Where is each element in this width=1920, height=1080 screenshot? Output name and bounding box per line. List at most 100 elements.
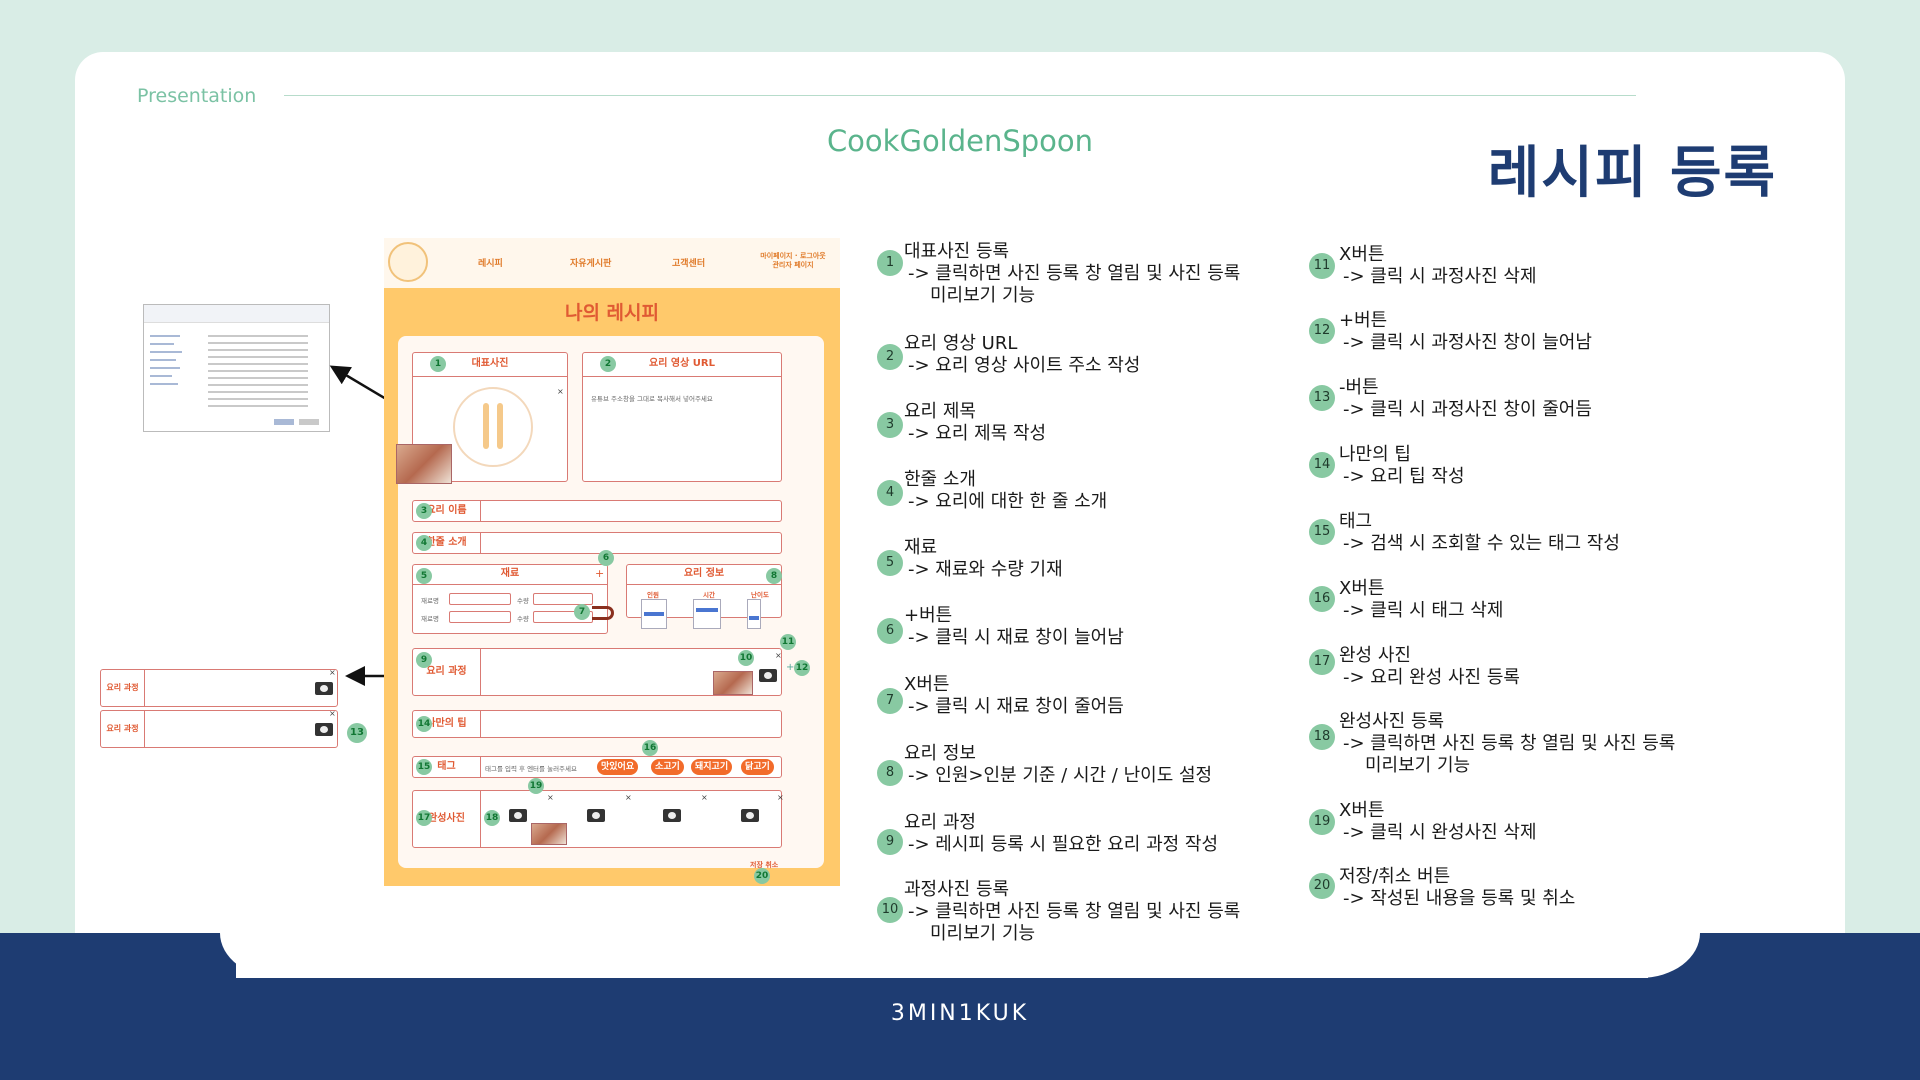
close-icon[interactable]: × [701, 793, 708, 802]
process-row-expanded[interactable]: 요리 과정 × [100, 668, 338, 707]
callout-7: X버튼 -> 클릭 시 재료 창이 줄어듬 [904, 674, 1124, 718]
nav-recipe[interactable]: 레시피 [478, 256, 503, 269]
goldenspoon-emblem-icon [453, 387, 533, 467]
callout-number: 17 [1309, 649, 1335, 675]
marker-14: 14 [416, 716, 432, 732]
callout-title: 요리 과정 [904, 812, 976, 833]
tag-chip[interactable]: 소고기 [651, 759, 684, 775]
difficulty-select[interactable] [747, 599, 761, 629]
callout-title: 요리 제목 [904, 401, 976, 422]
servings-select[interactable] [641, 599, 667, 629]
callout-12: +버튼 -> 클릭 시 과정사진 창이 늘어남 [1339, 310, 1592, 354]
callout-number: 2 [877, 344, 903, 370]
form-panel: 대표사진 × 1 요리 영상 URL 유튜브 주소창을 그대로 복사해서 넣어주… [396, 336, 824, 884]
callout-18: 완성사진 등록 -> 클릭하면 사진 등록 창 열림 및 사진 등록 미리보기 … [1339, 711, 1675, 777]
camera-icon[interactable] [509, 809, 527, 822]
callout-title: 재료 [904, 537, 938, 558]
marker-5: 5 [416, 568, 432, 584]
ingredient-name-input[interactable] [449, 593, 511, 605]
callout-number: 18 [1309, 724, 1335, 750]
nav-mypage[interactable]: 마이페이지 · 로그아웃 관리자 페이지 [756, 252, 830, 270]
marker-10: 10 [738, 650, 754, 666]
callout-number: 14 [1309, 452, 1335, 478]
marker-19: 19 [528, 778, 544, 794]
callout-desc-cont: 미리보기 기능 [930, 923, 1036, 944]
callout-title: 나만의 팁 [1339, 444, 1411, 465]
callout-title: X버튼 [1339, 578, 1385, 599]
marker-12: 12 [794, 660, 810, 676]
callout-20: 저장/취소 버튼 -> 작성된 내용을 등록 및 취소 [1339, 866, 1575, 910]
callout-number: 6 [877, 618, 903, 644]
callout-title: X버튼 [1339, 244, 1385, 265]
nav-support[interactable]: 고객센터 [672, 256, 705, 269]
add-ingredient-button[interactable]: + [595, 567, 604, 580]
recipe-form-mockup: 레시피 자유게시판 고객센터 마이페이지 · 로그아웃 관리자 페이지 나의 레… [384, 238, 840, 886]
done-photo-row[interactable]: 완성사진 × × × × [412, 790, 784, 848]
recipe-name-row[interactable]: 요리 이름 [412, 500, 782, 522]
tag-chip[interactable]: 돼지고기 [691, 759, 733, 775]
callout-desc: -> 재료와 수량 기재 [908, 559, 1063, 580]
camera-icon[interactable] [315, 723, 333, 736]
tip-row[interactable]: 나만의 팁 [412, 710, 782, 738]
callout-title: X버튼 [1339, 800, 1385, 821]
time-select[interactable] [693, 599, 721, 629]
recipe-info-label: 요리 정보 [627, 565, 781, 585]
marker-20: 20 [754, 868, 770, 884]
process-photo-thumbnail [713, 671, 753, 695]
marker-3: 3 [416, 503, 432, 519]
process-row[interactable]: 요리 과정 × [412, 648, 782, 696]
close-icon[interactable]: × [329, 668, 336, 677]
callout-number: 10 [877, 897, 903, 923]
close-icon[interactable]: × [547, 793, 554, 802]
ingredient-qty-input[interactable] [533, 593, 593, 605]
marker-16: 16 [642, 740, 658, 756]
callout-desc: -> 작성된 내용을 등록 및 취소 [1343, 888, 1576, 909]
camera-icon[interactable] [741, 809, 759, 822]
camera-icon[interactable] [587, 809, 605, 822]
recipe-info-box: 요리 정보 인원 시간 난이도 [626, 564, 782, 629]
tag-row[interactable]: 태그 태그를 입력 후 엔터를 눌러주세요 맛있어요 소고기 돼지고기 닭고기 [412, 756, 782, 778]
close-icon[interactable]: × [775, 651, 782, 660]
callout-desc: -> 클릭 시 과정사진 창이 줄어듬 [1343, 399, 1592, 420]
close-icon[interactable]: × [329, 709, 336, 718]
done-photo-thumbnail [531, 823, 567, 845]
callout-desc: -> 클릭 시 태그 삭제 [1343, 600, 1504, 621]
undo-icon[interactable] [592, 606, 614, 620]
tag-chip[interactable]: 맛있어요 [597, 759, 639, 775]
marker-13: 13 [347, 723, 367, 743]
callout-desc: -> 인원>인분 기준 / 시간 / 난이도 설정 [908, 765, 1213, 786]
callout-3: 요리 제목 -> 요리 제목 작성 [904, 401, 1046, 445]
marker-6: 6 [598, 550, 614, 566]
callout-16: X버튼 -> 클릭 시 태그 삭제 [1339, 578, 1503, 622]
callout-6: +버튼 -> 클릭 시 재료 창이 늘어남 [904, 605, 1124, 649]
marker-2: 2 [600, 356, 616, 372]
camera-icon[interactable] [663, 809, 681, 822]
callout-title: 요리 영상 URL [904, 333, 1018, 354]
mockup-title: 나의 레시피 [564, 302, 659, 324]
tag-chip[interactable]: 닭고기 [741, 759, 774, 775]
video-url-box[interactable]: 요리 영상 URL 유튜브 주소창을 그대로 복사해서 넣어주세요 [582, 352, 782, 482]
close-icon[interactable]: × [557, 387, 564, 396]
callout-desc: -> 클릭하면 사진 등록 창 열림 및 사진 등록 [908, 263, 1241, 284]
camera-icon[interactable] [759, 669, 777, 682]
video-url-placeholder: 유튜브 주소창을 그대로 복사해서 넣어주세요 [591, 395, 713, 403]
callout-number: 5 [877, 550, 903, 576]
intro-row[interactable]: 한줄 소개 [412, 532, 782, 554]
callout-2: 요리 영상 URL -> 요리 영상 사이트 주소 작성 [904, 333, 1140, 377]
callout-14: 나만의 팁 -> 요리 팁 작성 [1339, 444, 1465, 488]
callout-number: 7 [877, 688, 903, 714]
marker-4: 4 [416, 535, 432, 551]
process-row-expanded[interactable]: 요리 과정 × [100, 709, 338, 748]
callout-desc: -> 레시피 등록 시 필요한 요리 과정 작성 [908, 834, 1219, 855]
ingredient-name-input[interactable] [449, 611, 511, 623]
camera-icon[interactable] [315, 682, 333, 695]
close-icon[interactable]: × [625, 793, 632, 802]
callout-1: 대표사진 등록 -> 클릭하면 사진 등록 창 열림 및 사진 등록 미리보기 … [904, 241, 1240, 307]
nav-board[interactable]: 자유게시판 [570, 256, 611, 269]
callout-15: 태그 -> 검색 시 조회할 수 있는 태그 작성 [1339, 511, 1620, 555]
info-time-label: 시간 [703, 591, 715, 599]
tag-input-placeholder: 태그를 입력 후 엔터를 눌러주세요 [485, 765, 577, 773]
callout-desc: -> 클릭하면 사진 등록 창 열림 및 사진 등록 [908, 901, 1241, 922]
close-icon[interactable]: × [777, 793, 784, 802]
ingredients-box: 재료 재료명 수량 재료명 수량 + [412, 564, 608, 634]
